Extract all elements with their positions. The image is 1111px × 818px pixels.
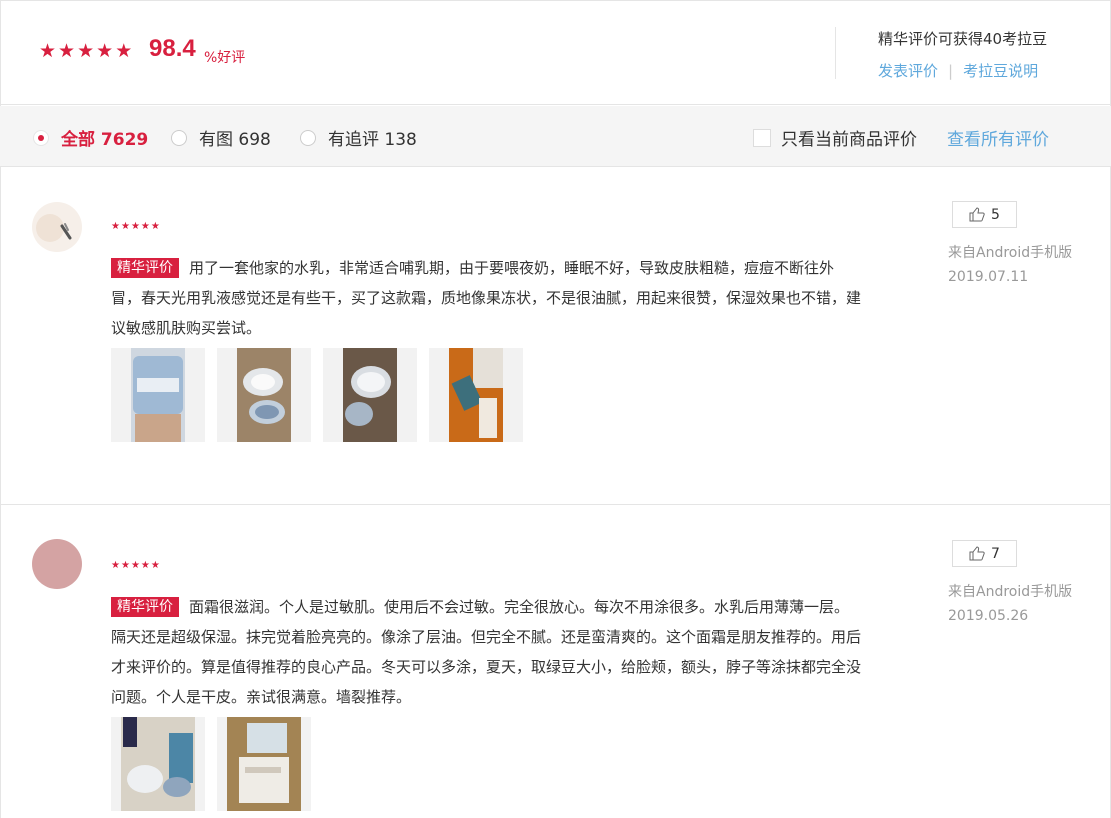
review-text: 精华评价 面霜很滋润。个人是过敏肌。使用后不会过敏。完全很放心。每次不用涂很多。水…: [111, 592, 861, 712]
star-icon: ★: [120, 221, 130, 232]
review-images: [111, 348, 523, 442]
star-icon: ★: [39, 40, 57, 62]
koala-bean-explain-link[interactable]: 考拉豆说明: [963, 60, 1038, 81]
star-icon: ★: [120, 560, 130, 571]
rating-stars: ★ ★ ★ ★ ★: [39, 42, 132, 61]
review-image[interactable]: [111, 348, 205, 442]
star-icon: ★: [77, 40, 95, 62]
review-date: 2019.05.26: [948, 608, 1029, 624]
review-source: 来自Android手机版: [948, 245, 1073, 261]
review-item: ★ ★ ★ ★ ★ 精华评价 用了一套他家的水乳，非常适合哺乳期，由于要喂夜奶，睡…: [0, 167, 1111, 505]
current-only-toggle[interactable]: 只看当前商品评价: [753, 125, 917, 150]
filter-bar: 全部 7629 有图 698 有追评 138 只看当前商品评价 查看所有评价: [0, 106, 1111, 167]
radio-selected-icon: [33, 129, 49, 146]
avatar: [32, 539, 82, 589]
review-body: 用了一套他家的水乳，非常适合哺乳期，由于要喂夜奶，睡眠不好，导致皮肤粗糙，痘痘不…: [111, 259, 862, 337]
positive-rate: 98.4: [149, 35, 196, 62]
like-button[interactable]: 7: [952, 540, 1017, 567]
star-icon: ★: [150, 221, 160, 232]
review-date: 2019.07.11: [948, 269, 1029, 285]
filter-with-image-label: 有图 698: [199, 130, 271, 150]
filter-with-image[interactable]: 有图 698: [171, 125, 271, 150]
review-body: 面霜很滋润。个人是过敏肌。使用后不会过敏。完全很放心。每次不用涂很多。水乳后用薄…: [111, 598, 862, 706]
bonus-note: 精华评价可获得40考拉豆: [878, 30, 1048, 48]
star-icon: ★: [111, 560, 120, 571]
review-image[interactable]: [429, 348, 523, 442]
radio-icon: [300, 129, 316, 146]
view-all-reviews-link[interactable]: 查看所有评价: [947, 125, 1049, 150]
radio-icon: [171, 129, 187, 146]
review-item: ★ ★ ★ ★ ★ 精华评价 面霜很滋润。个人是过敏肌。使用后不会过敏。完全很放心…: [0, 506, 1111, 818]
filter-followup[interactable]: 有追评 138: [300, 125, 417, 150]
review-source: 来自Android手机版: [948, 584, 1073, 600]
star-icon: ★: [140, 221, 150, 232]
summary-links: 发表评价 | 考拉豆说明: [878, 60, 1038, 81]
star-icon: ★: [115, 40, 133, 62]
featured-badge: 精华评价: [111, 597, 179, 617]
review-text: 精华评价 用了一套他家的水乳，非常适合哺乳期，由于要喂夜奶，睡眠不好，导致皮肤粗糙…: [111, 253, 861, 343]
star-icon: ★: [130, 221, 140, 232]
like-button[interactable]: 5: [952, 201, 1017, 228]
rating-summary: ★ ★ ★ ★ ★ 98.4 %好评 精华评价可获得40考拉豆 发表评价 | 考…: [0, 0, 1111, 105]
divider: [835, 27, 836, 79]
review-stars: ★ ★ ★ ★ ★: [111, 561, 160, 571]
like-count: 5: [991, 206, 1000, 223]
star-icon: ★: [130, 560, 140, 571]
review-images: [111, 717, 311, 811]
checkbox[interactable]: [753, 128, 771, 147]
featured-badge: 精华评价: [111, 258, 179, 278]
positive-rate-unit: %好评: [204, 50, 246, 66]
filter-all-label: 全部 7629: [61, 130, 149, 150]
filter-followup-label: 有追评 138: [328, 130, 417, 150]
like-count: 7: [991, 545, 1000, 562]
review-image[interactable]: [323, 348, 417, 442]
avatar: [32, 202, 82, 252]
filter-all[interactable]: 全部 7629: [33, 125, 148, 150]
thumbs-up-icon: [969, 207, 985, 222]
star-icon: ★: [111, 221, 120, 232]
star-icon: ★: [140, 560, 150, 571]
review-image[interactable]: [217, 348, 311, 442]
review-stars: ★ ★ ★ ★ ★: [111, 222, 160, 232]
star-icon: ★: [96, 40, 114, 62]
star-icon: ★: [58, 40, 76, 62]
review-image[interactable]: [111, 717, 205, 811]
review-image[interactable]: [217, 717, 311, 811]
star-icon: ★: [150, 560, 160, 571]
link-separator: |: [948, 61, 954, 80]
current-only-label: 只看当前商品评价: [781, 130, 917, 150]
thumbs-up-icon: [969, 546, 985, 561]
post-review-link[interactable]: 发表评价: [878, 60, 938, 81]
